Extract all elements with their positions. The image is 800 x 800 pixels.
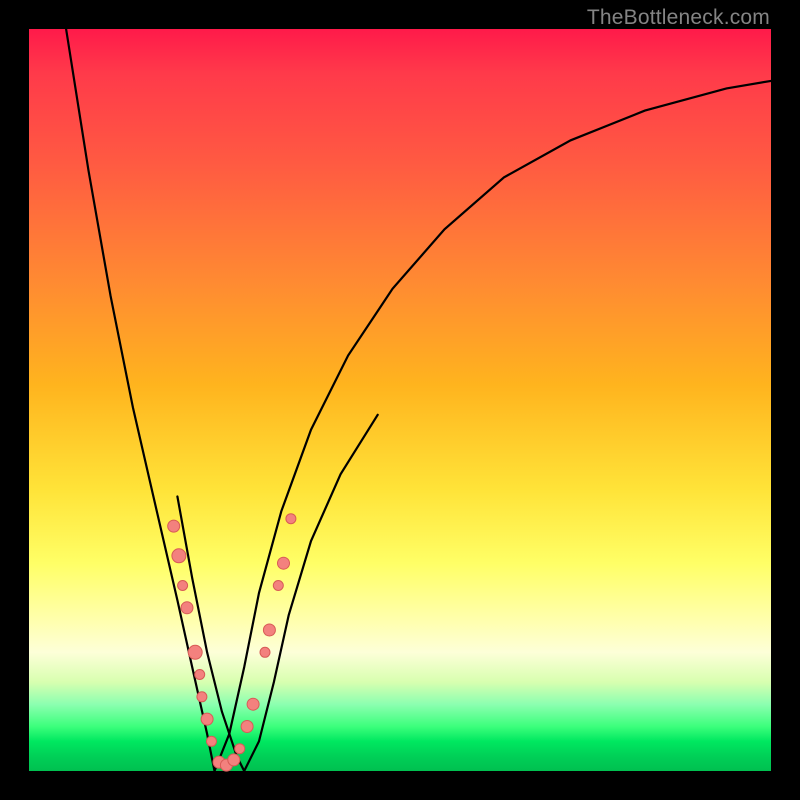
bottleneck-curve-main <box>66 29 771 771</box>
chart-svg <box>29 29 771 771</box>
scatter-dot <box>273 581 283 591</box>
scatter-dot <box>247 698 259 710</box>
scatter-dot <box>181 602 193 614</box>
watermark-text: TheBottleneck.com <box>587 6 770 30</box>
scatter-dot <box>201 713 213 725</box>
scatter-dot <box>207 736 217 746</box>
plot-area <box>29 29 771 771</box>
scatter-dot <box>241 721 253 733</box>
scatter-dot <box>168 520 180 532</box>
scatter-dot <box>228 754 240 766</box>
chart-frame: TheBottleneck.com <box>0 0 800 800</box>
scatter-dot <box>278 557 290 569</box>
scatter-dot <box>197 692 207 702</box>
scatter-dot <box>172 549 186 563</box>
scatter-dot <box>263 624 275 636</box>
scatter-dot <box>235 744 245 754</box>
scatter-dot <box>195 670 205 680</box>
scatter-dot <box>178 581 188 591</box>
scatter-dot <box>260 647 270 657</box>
scatter-dot <box>188 645 202 659</box>
scatter-dot <box>286 514 296 524</box>
